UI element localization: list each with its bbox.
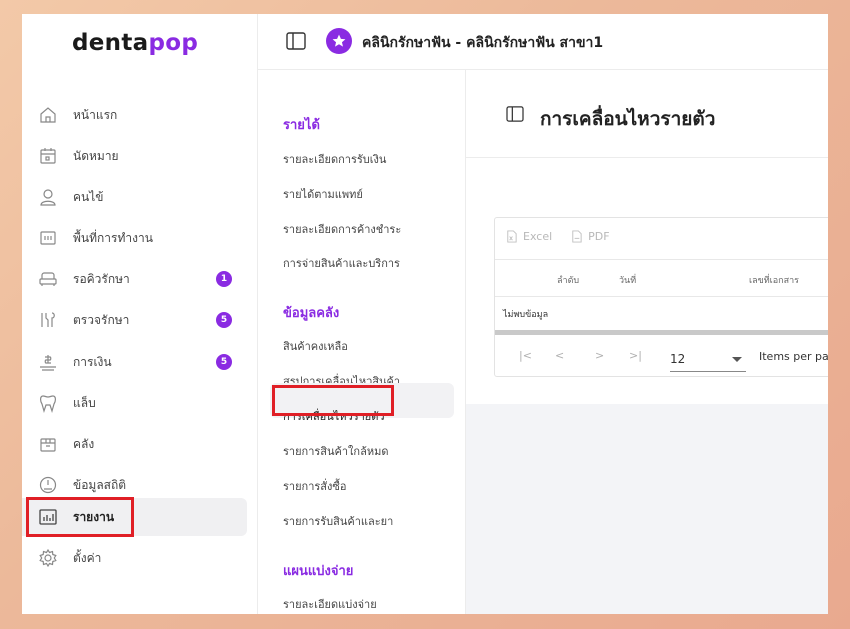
dental-tools-icon [37, 309, 59, 331]
sidebar: dentapop หน้าแรก นัดหมาย คนไข้ พื้นที่กา… [22, 14, 258, 614]
box-icon [37, 433, 59, 455]
settings-icon [37, 547, 59, 569]
tooth-icon [37, 392, 59, 414]
sofa-icon [37, 268, 59, 290]
page-title: การเคลื่อนไหวรายตัว [540, 108, 716, 130]
submenu-item-purchase-orders[interactable]: รายการสั่งซื้อ [283, 477, 346, 495]
app-window: dentapop หน้าแรก นัดหมาย คนไข้ พื้นที่กา… [22, 14, 828, 614]
pagination: |< < > >| 12 Items per pa [495, 342, 828, 372]
sidebar-item-inventory[interactable]: คลัง [22, 425, 247, 463]
export-pdf-button[interactable]: PDF [570, 230, 610, 243]
next-page-button[interactable]: > [595, 349, 604, 362]
submenu-item-payment-details[interactable]: รายละเอียดการรับเงิน [283, 150, 386, 168]
treatment-count-badge: 5 [216, 312, 232, 328]
reports-highlight-box [26, 497, 134, 537]
sidebar-item-finance[interactable]: การเงิน 5 [22, 343, 247, 381]
pdf-file-icon [572, 230, 582, 243]
empty-state-text: ไม่พบข้อมูล [503, 310, 549, 320]
submenu-item-installment-details[interactable]: รายละเอียดแบ่งจ่าย [283, 595, 377, 613]
submenu-item-goods-services-dispense[interactable]: การจ่ายสินค้าและบริการ [283, 254, 400, 272]
calendar-icon [37, 145, 59, 167]
report-submenu: รายได้ รายละเอียดการรับเงิน รายได้ตามแพท… [258, 70, 466, 614]
items-per-page-value: 12 [670, 352, 686, 366]
column-header-document-no[interactable]: เลขที่เอกสาร [749, 273, 799, 287]
export-toolbar: Excel PDF [505, 230, 610, 243]
sidebar-item-workspace[interactable]: พื้นที่การทำงาน [22, 219, 247, 257]
prev-page-button[interactable]: < [555, 349, 564, 362]
sidebar-item-label: ตั้งค่า [73, 550, 102, 565]
export-excel-button[interactable]: Excel [505, 230, 552, 243]
top-bar: คลินิกรักษาฟัน - คลินิกรักษาฟัน สาขา1 [258, 14, 828, 70]
column-header-order[interactable]: ลำดับ [557, 273, 579, 287]
sidebar-item-label: คลัง [73, 436, 95, 451]
sidebar-toggle-icon[interactable] [286, 32, 306, 54]
export-pdf-label: PDF [588, 230, 610, 243]
sidebar-item-treatment[interactable]: ตรวจรักษา 5 [22, 301, 247, 339]
sidebar-item-home[interactable]: หน้าแรก [22, 96, 247, 134]
sidebar-item-appointments[interactable]: นัดหมาย [22, 137, 247, 175]
sidebar-item-label: แล็บ [73, 395, 96, 410]
sidebar-item-queue[interactable]: รอคิวรักษา 1 [22, 260, 247, 298]
items-per-page-select[interactable]: 12 [670, 350, 746, 372]
logo[interactable]: dentapop [72, 30, 198, 56]
page-header: การเคลื่อนไหวรายตัว [466, 70, 828, 158]
sidebar-item-label: ตรวจรักษา [73, 312, 130, 327]
sidebar-item-label: นัดหมาย [73, 148, 119, 163]
report-table-card: Excel PDF ลำดับ วันที่ เลขที่เอกสาร ไม่พ… [494, 217, 828, 377]
panel-icon [506, 106, 524, 126]
sidebar-item-label: รอคิวรักษา [73, 271, 130, 286]
sidebar-item-label: คนไข้ [73, 189, 104, 204]
submenu-section-title: ข้อมูลคลัง [283, 306, 340, 321]
last-page-button[interactable]: >| [629, 349, 642, 362]
clinic-title[interactable]: คลินิกรักษาฟัน - คลินิกรักษาฟัน สาขา1 [362, 32, 603, 54]
clinic-star-icon [326, 28, 352, 54]
submenu-item-stock-remaining[interactable]: สินค้าคงเหลือ [283, 337, 348, 355]
queue-count-badge: 1 [216, 271, 232, 287]
column-header-date[interactable]: วันที่ [619, 273, 636, 287]
money-icon [37, 351, 59, 373]
submenu-item-low-stock[interactable]: รายการสินค้าใกล้หมด [283, 442, 388, 460]
chevron-down-icon [732, 357, 742, 362]
logo-text-denta: denta [72, 30, 149, 56]
sidebar-item-patients[interactable]: คนไข้ [22, 178, 247, 216]
home-icon [37, 104, 59, 126]
horizontal-scrollbar[interactable] [495, 330, 828, 335]
main-content: การเคลื่อนไหวรายตัว Excel PDF ลำดับ วันท… [466, 70, 828, 614]
submenu-item-outstanding-details[interactable]: รายละเอียดการค้างชำระ [283, 220, 401, 238]
excel-file-icon [507, 230, 517, 243]
submenu-section-title: แผนแบ่งจ่าย [283, 564, 354, 579]
submenu-item-goods-receipt[interactable]: รายการรับสินค้าและยา [283, 512, 393, 530]
sidebar-item-label: หน้าแรก [73, 107, 118, 122]
table-header: ลำดับ วันที่ เลขที่เอกสาร [495, 259, 828, 297]
sidebar-item-label: การเงิน [73, 354, 112, 369]
gauge-icon [37, 474, 59, 496]
submenu-item-revenue-by-doctor[interactable]: รายได้ตามแพทย์ [283, 185, 363, 203]
sidebar-item-settings[interactable]: ตั้งค่า [22, 539, 247, 577]
sidebar-item-label: พื้นที่การทำงาน [73, 230, 153, 245]
sidebar-item-lab[interactable]: แล็บ [22, 384, 247, 422]
user-icon [37, 186, 59, 208]
submenu-section-title: รายได้ [283, 118, 320, 133]
export-excel-label: Excel [523, 230, 553, 243]
item-movement-highlight-box [272, 385, 394, 416]
workspace-icon [37, 227, 59, 249]
sidebar-item-label: ข้อมูลสถิติ [73, 477, 127, 492]
logo-text-pop: pop [148, 30, 199, 56]
finance-count-badge: 5 [216, 354, 232, 370]
items-per-page-label: Items per pa [759, 350, 828, 363]
first-page-button[interactable]: |< [519, 349, 532, 362]
